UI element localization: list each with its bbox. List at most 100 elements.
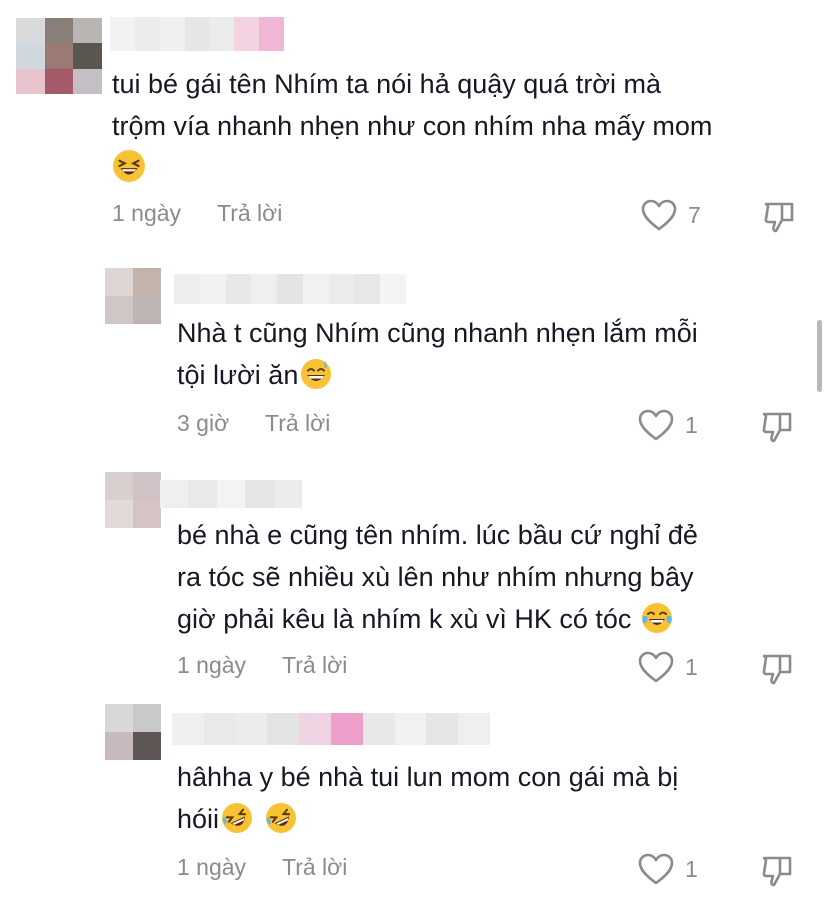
username-redacted[interactable] [110, 17, 284, 51]
avatar-pixel [133, 268, 161, 296]
comment-time: 1 ngày [177, 854, 247, 880]
avatar-pixel [44, 43, 74, 69]
scrollbar[interactable] [817, 320, 822, 392]
avatar-pixel [133, 500, 161, 528]
reply-button[interactable]: Trả lời [282, 854, 347, 881]
comment-meta: 1 ngày Trả lời [177, 652, 347, 679]
reply-comment-item: bé nhà e cũng tên nhím. lúc bầu cứ nghỉ … [0, 460, 828, 700]
username-pixel [172, 713, 204, 745]
comment-meta: 3 giờ Trả lời [177, 410, 330, 437]
like-button[interactable]: 1 [637, 852, 698, 886]
username-pixel [225, 274, 252, 304]
like-count: 1 [685, 411, 698, 438]
comment-time: 1 ngày [112, 200, 182, 226]
username-pixel [458, 713, 490, 745]
username-pixel [216, 480, 246, 508]
reply-button[interactable]: Trả lời [265, 410, 330, 437]
avatar-pixel [105, 732, 133, 760]
comment-text: Nhà t cũng Nhím cũng nhanh nhẹn lắm mỗi … [177, 312, 698, 396]
comment-line: hâhha y bé nhà tui lun mom con gái mà bị [177, 762, 679, 792]
username-redacted[interactable] [172, 713, 490, 745]
username-pixel [354, 274, 381, 304]
avatar-pixel [73, 68, 102, 94]
comment-text: tui bé gái tên Nhím ta nói hả quậy quá t… [112, 63, 712, 189]
like-button[interactable]: 7 [640, 198, 701, 232]
username-pixel [426, 713, 459, 745]
username-pixel [110, 17, 135, 51]
username-pixel [299, 713, 331, 745]
username-pixel [159, 17, 185, 51]
rofl-emoji-icon [222, 803, 253, 833]
avatar-pixel [16, 43, 45, 69]
dislike-icon[interactable] [760, 408, 796, 444]
username-pixel [199, 274, 226, 304]
username-pixel [160, 480, 189, 508]
username-pixel [134, 17, 160, 51]
grinning-squinting-emoji-icon [113, 150, 145, 182]
username-redacted[interactable] [160, 480, 302, 508]
like-button[interactable]: 1 [637, 408, 698, 442]
reply-button[interactable]: Trả lời [217, 200, 282, 227]
username-pixel [251, 274, 278, 304]
heart-icon [638, 651, 674, 683]
comment-line: tui bé gái tên Nhím ta nói hả quậy quá t… [112, 69, 662, 99]
avatar-pixel [133, 296, 161, 324]
like-count: 1 [685, 855, 698, 882]
dislike-icon[interactable] [760, 852, 796, 888]
comment-line: Nhà t cũng Nhím cũng nhanh nhẹn lắm mỗi [177, 318, 698, 348]
avatar-pixel [105, 296, 133, 324]
username-pixel [394, 713, 427, 745]
username-pixel [184, 17, 210, 51]
avatar-pixel [133, 732, 161, 760]
avatar-pixel [73, 43, 102, 69]
username-pixel [267, 713, 300, 745]
tears-of-joy-emoji-icon [641, 603, 672, 633]
username-redacted[interactable] [174, 274, 406, 304]
avatar[interactable] [16, 18, 102, 94]
avatar-pixel [44, 68, 74, 94]
username-pixel [302, 274, 329, 304]
username-pixel [203, 713, 236, 745]
username-pixel [273, 480, 302, 508]
avatar-pixel [105, 500, 133, 528]
reply-button[interactable]: Trả lời [282, 652, 347, 679]
avatar-pixel [105, 268, 133, 296]
like-count: 1 [685, 653, 698, 680]
comment-line: giờ phải kêu là nhím k xù vì HK có tóc [177, 604, 632, 634]
username-pixel [259, 17, 284, 51]
username-pixel [380, 274, 406, 304]
reply-comment-item: Nhà t cũng Nhím cũng nhanh nhẹn lắm mỗi … [0, 250, 828, 460]
comment-item: tui bé gái tên Nhím ta nói hả quậy quá t… [0, 0, 828, 250]
avatar-pixel [16, 68, 45, 94]
dislike-icon[interactable] [762, 198, 798, 234]
avatar[interactable] [105, 704, 161, 760]
username-pixel [330, 713, 363, 745]
avatar[interactable] [105, 268, 161, 324]
avatar[interactable] [105, 472, 161, 528]
username-pixel [245, 480, 274, 508]
avatar-pixel [133, 472, 161, 500]
username-pixel [174, 274, 200, 304]
comment-time: 3 giờ [177, 410, 230, 436]
avatar-pixel [133, 704, 161, 732]
comment-line: tội lười ăn [177, 360, 299, 390]
comment-text: bé nhà e cũng tên nhím. lúc bầu cứ nghỉ … [177, 514, 698, 640]
heart-icon [641, 199, 677, 231]
username-pixel [234, 17, 260, 51]
dislike-icon[interactable] [760, 650, 796, 686]
comment-line: hóii [177, 804, 220, 834]
rofl-emoji-icon [266, 803, 297, 833]
username-pixel [362, 713, 395, 745]
heart-icon [638, 409, 674, 441]
like-button[interactable]: 1 [637, 650, 698, 684]
comment-text: hâhha y bé nhà tui lun mom con gái mà bị… [177, 756, 678, 840]
avatar-pixel [16, 18, 45, 44]
grinning-sweat-emoji-icon [301, 359, 332, 389]
comment-line: ra tóc sẽ nhiều xù lên như nhím nhưng bâ… [177, 562, 694, 592]
comment-meta: 1 ngày Trả lời [112, 200, 282, 227]
comment-time: 1 ngày [177, 652, 247, 678]
avatar-pixel [105, 472, 133, 500]
like-count: 7 [688, 201, 701, 228]
comment-meta: 1 ngày Trả lời [177, 854, 347, 881]
username-pixel [235, 713, 268, 745]
